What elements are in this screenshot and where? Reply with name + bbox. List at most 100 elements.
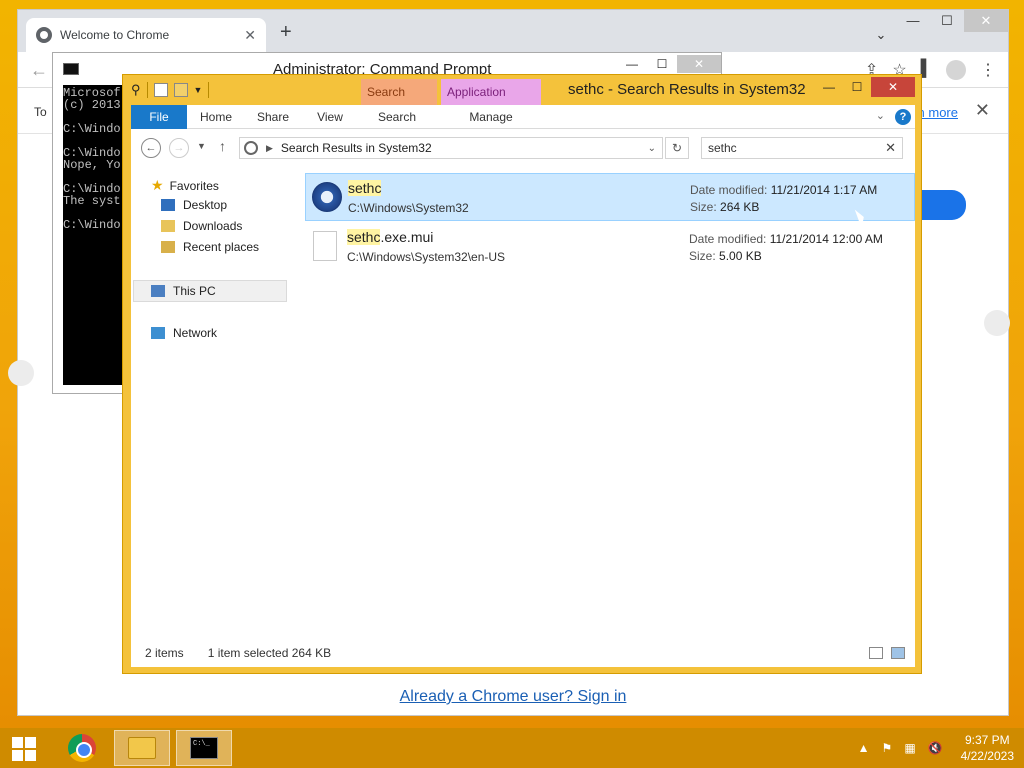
explorer-close-button[interactable]: ✕ (871, 77, 915, 97)
chrome-maximize-button[interactable]: ☐ (930, 10, 964, 32)
item-count: 2 items (145, 646, 184, 660)
sidebar-icon[interactable]: ▌ (921, 60, 932, 80)
search-input[interactable]: sethc ✕ (701, 137, 903, 159)
new-folder-icon[interactable] (173, 83, 188, 97)
clock-time: 9:37 PM (964, 733, 1010, 747)
taskbar-cmd-button[interactable]: C:\_ (176, 730, 232, 766)
chrome-close-button[interactable]: ✕ (964, 10, 1008, 32)
network-icon (151, 327, 165, 339)
infobar-close-icon[interactable]: ✕ (975, 100, 990, 121)
help-icon[interactable]: ? (895, 109, 911, 125)
show-hidden-icons-icon[interactable]: ▲ (858, 741, 870, 755)
tab-view[interactable]: View (305, 105, 355, 129)
chevron-down-icon[interactable]: ⌄ (876, 109, 885, 122)
file-path: C:\Windows\System32 (348, 201, 469, 215)
nav-network[interactable]: Network (151, 326, 217, 340)
nav-favorites[interactable]: ★ Favorites (151, 177, 219, 194)
chrome-tab-welcome[interactable]: Welcome to Chrome ✕ (26, 18, 266, 52)
search-value[interactable]: sethc (708, 141, 885, 155)
file-name: sethc (348, 180, 382, 196)
list-item[interactable]: sethc.exe.mui C:\Windows\System32\en-US … (305, 223, 915, 271)
nav-this-pc-label: This PC (173, 284, 216, 298)
tab-file[interactable]: File (131, 105, 187, 129)
application-tools-label: Application Tools (441, 79, 541, 125)
clock[interactable]: 9:37 PM 4/22/2023 (961, 732, 1014, 764)
clear-search-icon[interactable]: ✕ (885, 140, 896, 156)
taskbar-chrome-button[interactable] (54, 730, 110, 766)
volume-muted-icon[interactable]: 🔇 (928, 741, 943, 755)
properties-icon[interactable] (153, 83, 168, 97)
tab-manage[interactable]: Manage (441, 105, 541, 129)
nav-downloads[interactable]: Downloads (161, 219, 242, 233)
list-item[interactable]: sethc C:\Windows\System32 Date modified:… (305, 173, 915, 221)
large-icons-view-icon[interactable] (891, 647, 905, 659)
breadcrumb[interactable]: Search Results in System32 (281, 141, 648, 155)
clock-date: 4/22/2023 (960, 749, 1014, 763)
taskbar-explorer-button[interactable] (114, 730, 170, 766)
new-tab-button[interactable]: + (280, 22, 292, 42)
chrome-tab-title: Welcome to Chrome (60, 28, 170, 42)
cmd-minimize-button[interactable]: — (617, 55, 647, 73)
back-button[interactable]: ← (141, 138, 161, 158)
signin-link[interactable]: Already a Chrome user? Sign in (18, 688, 1008, 706)
details-view-icon[interactable] (869, 647, 883, 659)
recent-places-icon (161, 241, 175, 253)
system-tray: ▲ ⚑ ▦ 🔇 9:37 PM 4/22/2023 (858, 728, 1014, 768)
star-icon: ★ (151, 177, 164, 193)
file-date-modified: Date modified: 11/21/2014 12:00 AM (689, 232, 883, 246)
infobar-learn-more-link[interactable]: n more (918, 105, 958, 120)
back-arrow-icon[interactable]: ← (30, 60, 48, 81)
chrome-icon (68, 734, 96, 762)
breadcrumb-arrow-icon[interactable]: ▶ (266, 143, 273, 154)
cmd-maximize-button[interactable]: ☐ (647, 55, 677, 73)
search-icon: ⚲ (131, 82, 141, 97)
separator (146, 82, 148, 98)
nav-recent-places[interactable]: Recent places (161, 240, 259, 254)
explorer-caption-buttons: — ☐ ✕ (815, 77, 915, 97)
nav-desktop[interactable]: Desktop (161, 198, 227, 212)
explorer-title-bar[interactable]: ⚲ ▼ Search Tools Application Tools sethc… (123, 75, 921, 125)
up-button[interactable]: ↑ (219, 138, 226, 154)
explorer-maximize-button[interactable]: ☐ (843, 77, 871, 97)
avatar[interactable] (946, 60, 966, 80)
folder-icon (128, 737, 156, 759)
nav-downloads-label: Downloads (183, 219, 243, 233)
navigation-pane: ★ Favorites Desktop Downloads Recent pla… (131, 167, 291, 637)
customize-dropdown-icon[interactable]: ▼ (194, 85, 203, 95)
desktop-icon (161, 199, 175, 211)
chrome-minimize-button[interactable]: — (896, 10, 930, 32)
nav-this-pc[interactable]: This PC (151, 284, 216, 298)
more-menu-icon[interactable]: ⋮ (980, 60, 996, 80)
network-status-icon[interactable]: ▦ (904, 741, 915, 755)
tab-close-icon[interactable]: ✕ (244, 27, 256, 44)
file-name: sethc.exe.mui (347, 229, 434, 245)
search-results-list: sethc C:\Windows\System32 Date modified:… (305, 173, 915, 573)
windows-logo-icon (12, 737, 23, 748)
forward-button[interactable]: → (169, 138, 189, 158)
chevron-down-icon[interactable]: ⌄ (864, 24, 898, 46)
chrome-tab-strip: Welcome to Chrome ✕ + ⌄ — ☐ ✕ (18, 10, 1008, 52)
separator (208, 82, 210, 98)
recent-locations-dropdown[interactable]: ▼ (197, 141, 206, 151)
cmd-close-button[interactable]: ✕ (677, 55, 721, 73)
taskbar: C:\_ ▲ ⚑ ▦ 🔇 9:37 PM 4/22/2023 (0, 728, 1024, 768)
infobar-text: To (34, 105, 47, 119)
tab-share[interactable]: Share (247, 105, 299, 129)
globe-icon (36, 27, 52, 43)
windows-logo-icon (25, 737, 36, 748)
accessibility-app-icon (312, 182, 342, 212)
flag-icon[interactable]: ⚑ (882, 741, 893, 755)
view-toggles (869, 647, 905, 659)
refresh-button[interactable]: ↻ (665, 137, 689, 159)
windows-logo-icon (25, 750, 36, 761)
tab-search[interactable]: Search (363, 105, 431, 129)
address-input[interactable]: ▶ Search Results in System32 ⌄ (239, 137, 663, 159)
chrome-caption-buttons: ⌄ — ☐ ✕ (876, 10, 1008, 42)
status-bar: 2 items 1 item selected 264 KB (131, 639, 915, 667)
explorer-minimize-button[interactable]: — (815, 77, 843, 97)
nav-desktop-label: Desktop (183, 198, 228, 212)
nav-network-label: Network (173, 326, 218, 340)
start-button[interactable] (0, 728, 48, 768)
tab-home[interactable]: Home (191, 105, 241, 129)
chevron-down-icon[interactable]: ⌄ (648, 143, 656, 154)
